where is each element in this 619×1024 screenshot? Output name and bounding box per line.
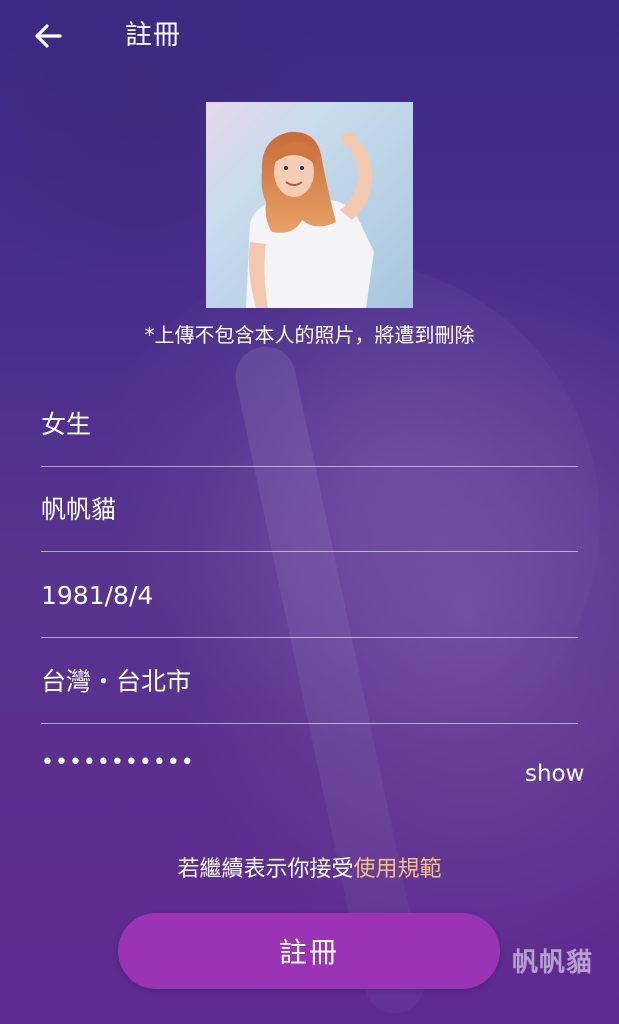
profile-photo[interactable] [206,102,413,308]
photo-notice: *上傳不包含本人的照片，將遭到刪除 [144,323,475,347]
register-button[interactable]: 註冊 [118,913,500,989]
show-password-button[interactable]: show [525,760,584,788]
profile-photo-image [206,102,413,308]
password-field[interactable]: ••••••••••• [41,748,578,808]
birthday-field[interactable]: 1981/8/4 [41,577,578,638]
terms-link[interactable]: 使用規範 [354,857,442,882]
terms-text: 若繼續表示你接受 [177,857,354,882]
back-button[interactable] [30,18,66,54]
password-value: ••••••••••• [41,750,195,775]
gender-value: 女生 [41,410,92,439]
terms-notice: 若繼續表示你接受使用規範 [0,856,619,884]
nickname-field[interactable]: 帆帆貓 [41,491,578,552]
watermark: 帆帆貓 [512,948,594,978]
location-field[interactable]: 台灣・台北市 [41,663,578,724]
location-value: 台灣・台北市 [41,667,192,696]
gender-field[interactable]: 女生 [41,406,578,467]
birthday-value: 1981/8/4 [41,581,154,610]
nickname-value: 帆帆貓 [41,495,117,524]
top-bar: 註冊 [0,0,619,76]
page-title: 註冊 [125,20,181,51]
arrow-left-icon [35,24,62,48]
